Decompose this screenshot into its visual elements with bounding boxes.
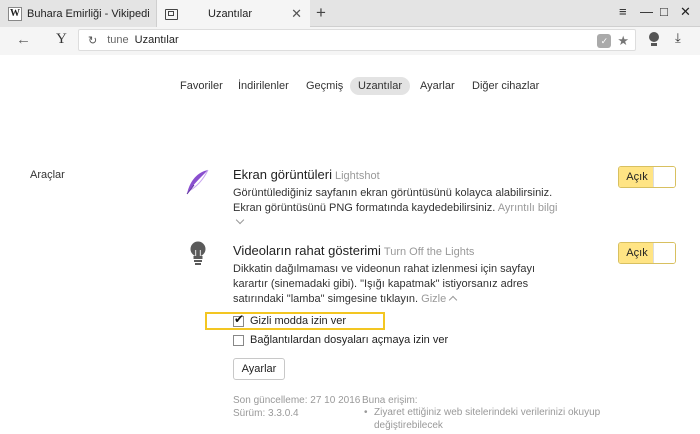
file-links-option[interactable]: Bağlantılardan dosyaları açmaya izin ver [233,334,448,346]
toggle-label: Açık [619,167,655,187]
nav-history[interactable]: Geçmiş [306,77,343,95]
tab-title: Buhara Emirliği - Vikipedi [27,7,150,20]
protect-shield-icon[interactable]: ✓ [597,34,612,48]
extension-title: Ekran görüntüleri Lightshot [233,167,380,182]
more-info-label: Ayrıntılı bilgi [497,202,558,214]
extension-toggle-turn-off-lights[interactable]: Açık [618,242,676,264]
tab-wikipedia[interactable]: W Buhara Emirliği - Vikipedi [0,0,157,27]
nav-settings[interactable]: Ayarlar [420,77,455,95]
url-scheme: tune [107,34,129,46]
extension-toggle-lightshot[interactable]: Açık [618,166,676,188]
nav-downloads[interactable]: İndirilenler [238,77,289,95]
access-list: • Ziyaret ettiğiniz web sitelerindeki ve… [364,406,624,432]
section-label-tools: Araçlar [30,169,65,181]
extension-name: Videoların rahat gösterimi [233,243,381,258]
chevron-down-icon [235,215,245,225]
access-item: Ziyaret ettiğiniz web sitelerindeki veri… [374,407,601,431]
minimize-button[interactable]: — [640,4,653,19]
hide-link[interactable]: Gizle [421,293,458,305]
tab-title: Uzantılar [208,8,253,20]
hide-label: Gizle [421,293,447,305]
extension-description-text: Dikkatin dağılmaması ve videonun rahat i… [233,263,536,305]
extension-source: Turn Off the Lights [383,246,475,258]
url-input[interactable]: ↻ tune Uzantılar ✓ ★ [78,29,636,51]
bullet-icon: • [364,407,368,418]
address-bar: ← Y ↻ tune Uzantılar ✓ ★ [0,27,700,55]
extension-source: Lightshot [335,170,380,182]
incognito-option-label: Gizli modda izin ver [250,315,346,327]
chevron-up-icon [448,295,458,305]
wikipedia-icon: W [8,6,22,21]
toggle-knob [653,167,675,187]
extension-description: Görüntülediğiniz sayfanın ekran görüntüs… [233,186,563,231]
extension-description: Dikkatin dağılmaması ve videonun rahat i… [233,262,563,307]
incognito-checkbox[interactable] [233,312,244,327]
reload-icon[interactable]: ↻ [88,34,97,47]
download-icon[interactable]: ⤓ [675,30,681,46]
tab-extensions[interactable]: Uzantılar ✕ [157,0,310,28]
extensions-page-icon [165,8,178,20]
extension-name: Ekran görüntüleri [233,167,332,182]
file-links-option-label: Bağlantılardan dosyaları açmaya izin ver [250,334,449,346]
maximize-button[interactable]: □ [660,4,668,19]
version: Sürüm: 3.3.0.4 [233,408,299,419]
incognito-option[interactable]: Gizli modda izin ver [233,312,346,327]
yandex-logo-icon[interactable]: Y [56,31,67,48]
back-arrow-icon[interactable]: ← [16,31,31,48]
feather-icon [186,169,209,195]
extension-meta: Son güncelleme: 27 10 2016 Sürüm: 3.3.0.… [233,394,360,420]
new-tab-button[interactable]: + [316,3,326,23]
close-window-button[interactable]: ✕ [680,4,691,20]
tab-bar: W Buhara Emirliği - Vikipedi Uzantılar ✕… [0,0,700,28]
turn-off-lights-icon[interactable] [649,32,659,46]
nav-favorites[interactable]: Favoriler [180,77,223,95]
toggle-knob [653,243,675,263]
bookmark-star-icon[interactable]: ★ [617,33,629,49]
close-tab-icon[interactable]: ✕ [291,6,302,22]
last-update: Son güncelleme: 27 10 2016 [233,395,361,406]
toggle-label: Açık [619,243,655,263]
file-links-checkbox[interactable] [233,334,244,346]
url-page-title: Uzantılar [134,34,179,46]
extension-title: Videoların rahat gösterimi Turn Off the L… [233,243,474,258]
nav-extensions[interactable]: Uzantılar [350,77,411,95]
lightbulb-icon [190,241,206,265]
menu-icon[interactable]: ≡ [619,4,627,19]
nav-other-devices[interactable]: Diğer cihazlar [472,77,539,95]
settings-nav: Favoriler İndirilenler Geçmiş Uzantılar … [0,77,700,95]
extension-settings-button[interactable]: Ayarlar [233,358,285,380]
